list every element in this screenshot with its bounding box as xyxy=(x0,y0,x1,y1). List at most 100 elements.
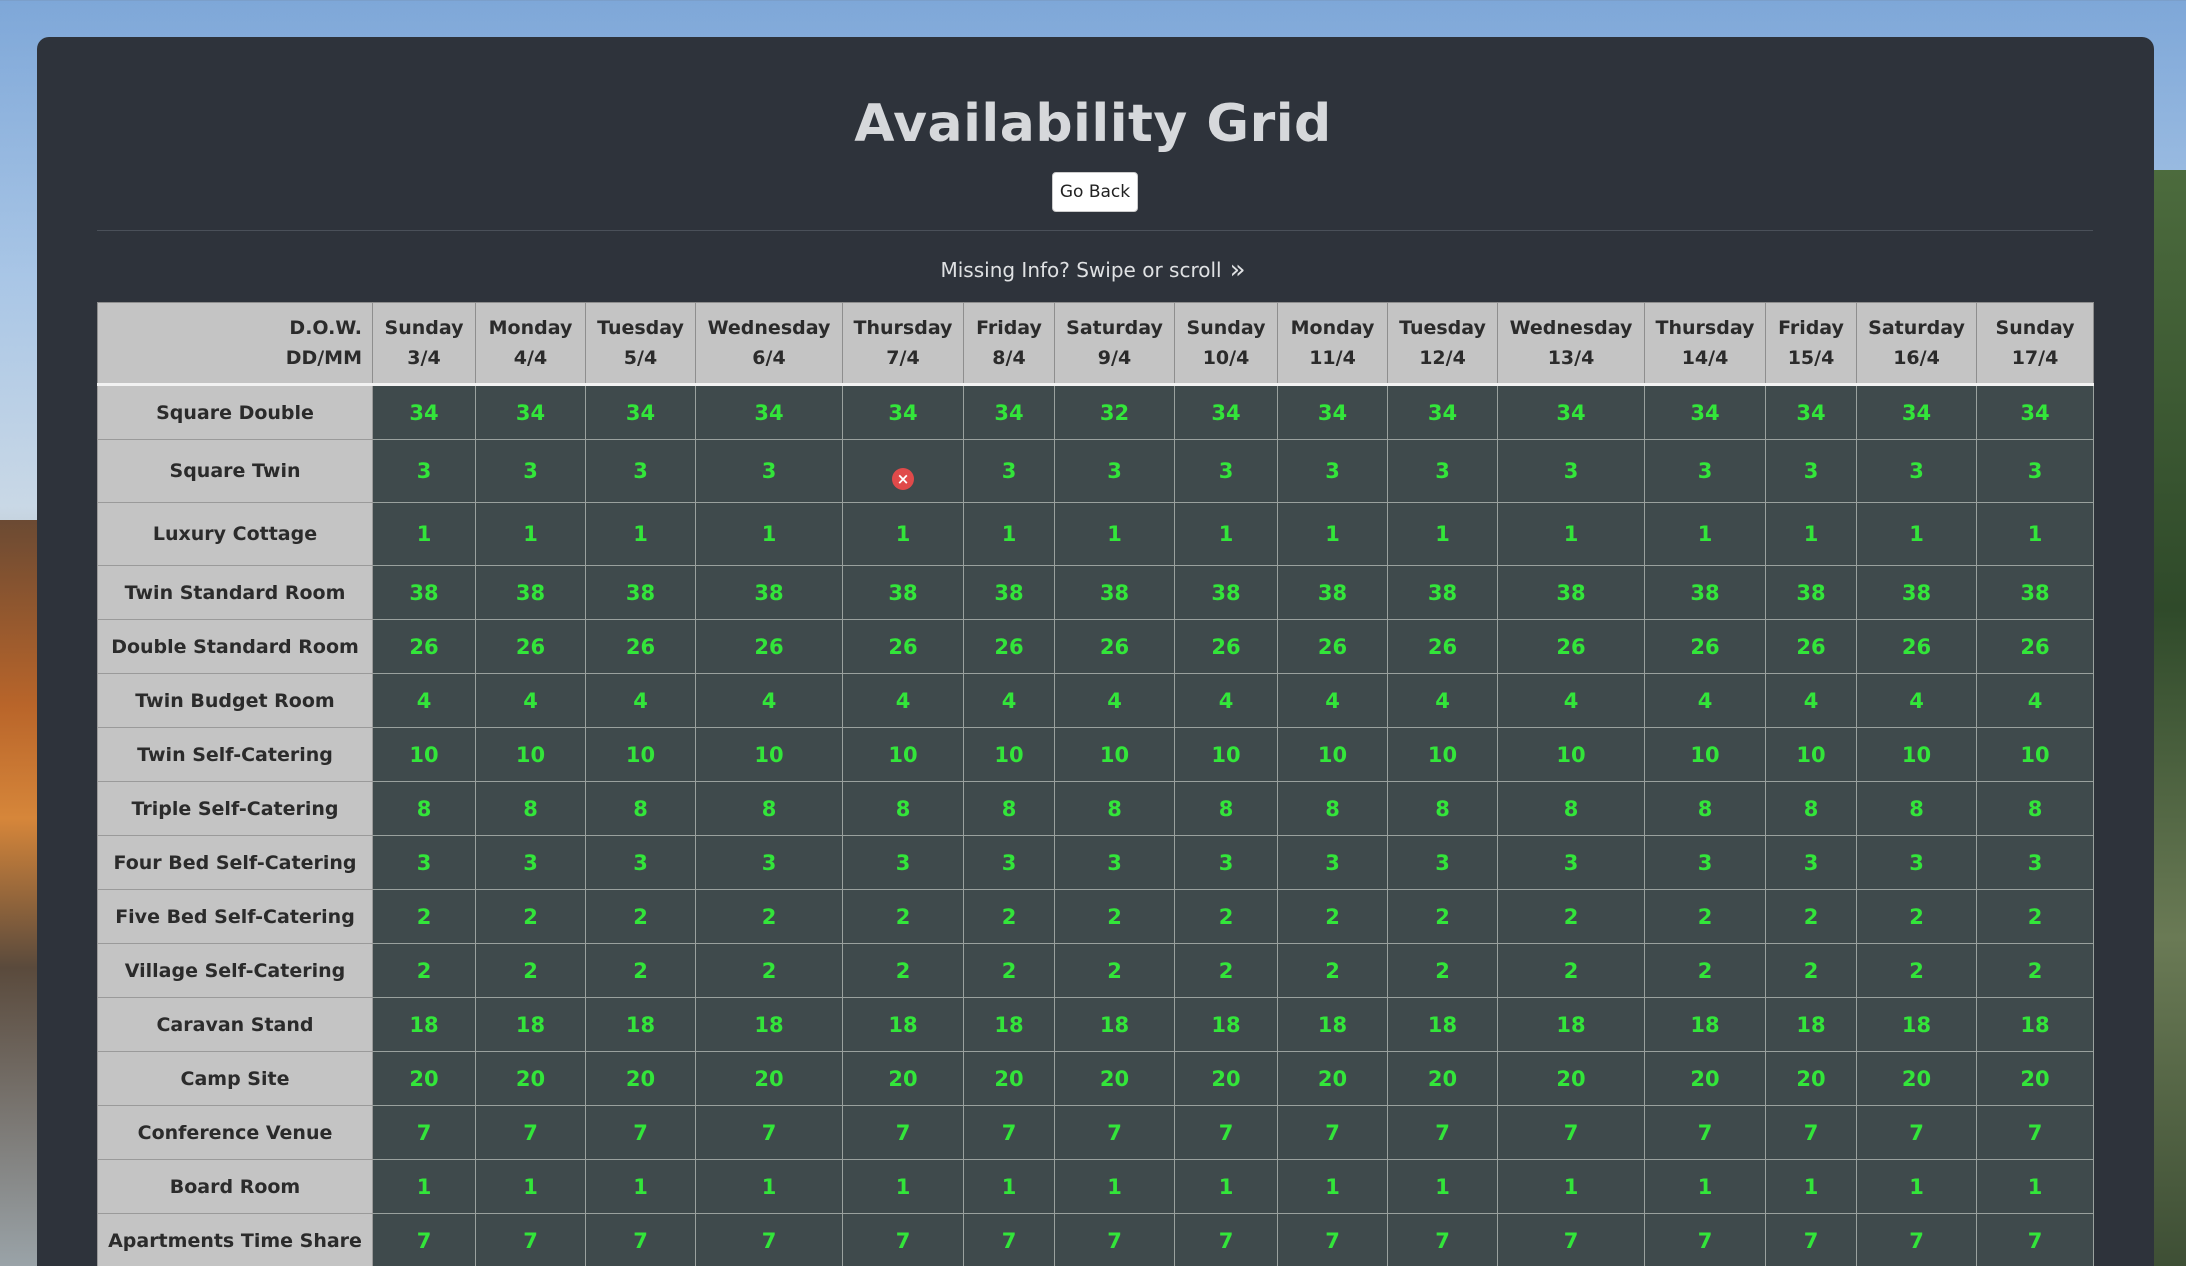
availability-grid[interactable]: D.O.W. DD/MM Sunday 3/4 Monday 4/4 Tuesday 5/… xyxy=(97,302,2094,1266)
availability-cell[interactable]: 18 xyxy=(695,997,843,1052)
availability-cell[interactable]: 4 xyxy=(1765,673,1857,728)
availability-cell[interactable]: 10 xyxy=(1856,727,1977,782)
availability-cell[interactable]: 38 xyxy=(1497,565,1645,620)
availability-cell[interactable]: 7 xyxy=(1387,1105,1498,1160)
availability-cell[interactable]: 3 xyxy=(1856,835,1977,890)
availability-cell[interactable]: 7 xyxy=(1644,1105,1766,1160)
availability-cell[interactable]: 8 xyxy=(1856,781,1977,836)
availability-cell[interactable]: 10 xyxy=(475,727,586,782)
availability-cell[interactable]: 8 xyxy=(475,781,586,836)
availability-cell[interactable]: 26 xyxy=(1277,619,1388,674)
availability-cell[interactable]: 4 xyxy=(1644,673,1766,728)
availability-cell[interactable]: 7 xyxy=(1387,1213,1498,1266)
availability-cell[interactable]: 7 xyxy=(1856,1213,1977,1266)
availability-cell[interactable]: 3 xyxy=(1054,439,1175,503)
availability-cell[interactable]: 38 xyxy=(1976,565,2094,620)
availability-cell[interactable]: 20 xyxy=(1856,1051,1977,1106)
availability-cell[interactable]: 2 xyxy=(1856,943,1977,998)
availability-cell[interactable]: 2 xyxy=(1054,889,1175,944)
availability-cell[interactable]: 10 xyxy=(1497,727,1645,782)
availability-cell[interactable]: 8 xyxy=(695,781,843,836)
availability-cell[interactable]: 2 xyxy=(1644,889,1766,944)
availability-cell[interactable]: 20 xyxy=(1054,1051,1175,1106)
availability-cell[interactable]: 3 xyxy=(1277,835,1388,890)
availability-cell[interactable]: 1 xyxy=(585,1159,696,1214)
availability-cell[interactable]: 1 xyxy=(1054,1159,1175,1214)
availability-cell[interactable]: 20 xyxy=(1277,1051,1388,1106)
availability-cell[interactable]: 7 xyxy=(1856,1105,1977,1160)
availability-cell[interactable]: 8 xyxy=(1054,781,1175,836)
availability-cell[interactable]: 2 xyxy=(1277,889,1388,944)
availability-cell[interactable]: 8 xyxy=(1277,781,1388,836)
availability-cell[interactable]: 2 xyxy=(585,943,696,998)
availability-cell[interactable]: 20 xyxy=(372,1051,476,1106)
availability-cell[interactable]: 2 xyxy=(695,943,843,998)
availability-cell[interactable]: 2 xyxy=(963,943,1055,998)
availability-cell[interactable]: 18 xyxy=(842,997,964,1052)
availability-cell[interactable]: 26 xyxy=(1174,619,1278,674)
availability-cell[interactable]: 1 xyxy=(1976,1159,2094,1214)
availability-cell[interactable]: 2 xyxy=(1644,943,1766,998)
availability-cell[interactable]: 26 xyxy=(695,619,843,674)
availability-cell[interactable]: 7 xyxy=(842,1213,964,1266)
availability-cell[interactable]: 3 xyxy=(1644,439,1766,503)
availability-cell[interactable]: 3 xyxy=(585,439,696,503)
availability-cell[interactable]: 1 xyxy=(842,502,964,566)
availability-cell[interactable]: 4 xyxy=(1976,673,2094,728)
availability-cell[interactable]: 2 xyxy=(1497,943,1645,998)
availability-cell[interactable]: 7 xyxy=(1054,1213,1175,1266)
availability-cell[interactable]: 2 xyxy=(1387,943,1498,998)
availability-cell[interactable]: 7 xyxy=(695,1213,843,1266)
availability-cell[interactable]: 34 xyxy=(1856,384,1977,440)
availability-cell[interactable]: 2 xyxy=(1387,889,1498,944)
availability-cell[interactable]: 7 xyxy=(585,1105,696,1160)
availability-cell[interactable]: 2 xyxy=(1976,943,2094,998)
availability-cell[interactable]: 18 xyxy=(1976,997,2094,1052)
availability-cell[interactable]: 1 xyxy=(1174,1159,1278,1214)
availability-cell[interactable]: 10 xyxy=(1387,727,1498,782)
availability-cell[interactable]: 1 xyxy=(1976,502,2094,566)
availability-cell[interactable]: 18 xyxy=(1856,997,1977,1052)
availability-cell[interactable]: 2 xyxy=(372,943,476,998)
availability-cell[interactable]: 7 xyxy=(1497,1213,1645,1266)
availability-cell[interactable]: 4 xyxy=(695,673,843,728)
availability-cell[interactable]: 18 xyxy=(963,997,1055,1052)
availability-cell[interactable]: 8 xyxy=(1644,781,1766,836)
availability-cell[interactable]: 3 xyxy=(1856,439,1977,503)
availability-cell[interactable]: 1 xyxy=(1765,502,1857,566)
availability-cell[interactable]: 20 xyxy=(1174,1051,1278,1106)
availability-cell[interactable]: 18 xyxy=(1054,997,1175,1052)
availability-cell[interactable]: 1 xyxy=(695,502,843,566)
availability-cell[interactable]: 32 xyxy=(1054,384,1175,440)
availability-cell[interactable]: 20 xyxy=(963,1051,1055,1106)
availability-cell[interactable]: 7 xyxy=(1976,1213,2094,1266)
availability-cell[interactable]: 7 xyxy=(1174,1213,1278,1266)
availability-cell[interactable]: 20 xyxy=(475,1051,586,1106)
availability-cell[interactable]: 10 xyxy=(1765,727,1857,782)
availability-cell[interactable]: 3 xyxy=(695,439,843,503)
availability-cell[interactable]: 2 xyxy=(475,889,586,944)
availability-cell[interactable]: 20 xyxy=(1976,1051,2094,1106)
availability-cell[interactable]: 34 xyxy=(372,384,476,440)
availability-cell[interactable]: 18 xyxy=(1387,997,1498,1052)
availability-cell[interactable]: 18 xyxy=(1497,997,1645,1052)
availability-cell[interactable]: 4 xyxy=(1497,673,1645,728)
availability-cell[interactable]: 34 xyxy=(1174,384,1278,440)
availability-cell[interactable]: 2 xyxy=(1856,889,1977,944)
availability-cell[interactable]: 26 xyxy=(1054,619,1175,674)
availability-cell[interactable]: 10 xyxy=(842,727,964,782)
availability-cell[interactable]: 3 xyxy=(1765,835,1857,890)
availability-cell[interactable]: 38 xyxy=(1765,565,1857,620)
availability-cell[interactable]: 4 xyxy=(1387,673,1498,728)
availability-cell[interactable]: 38 xyxy=(1856,565,1977,620)
availability-cell[interactable]: 10 xyxy=(1644,727,1766,782)
availability-cell[interactable]: 4 xyxy=(585,673,696,728)
availability-cell[interactable]: 3 xyxy=(372,835,476,890)
availability-cell[interactable]: 2 xyxy=(1174,943,1278,998)
availability-cell[interactable]: 4 xyxy=(1856,673,1977,728)
availability-cell[interactable]: 2 xyxy=(475,943,586,998)
availability-cell[interactable]: 34 xyxy=(1765,384,1857,440)
availability-cell[interactable]: 10 xyxy=(1174,727,1278,782)
availability-cell[interactable]: 3 xyxy=(1497,439,1645,503)
availability-cell[interactable]: 1 xyxy=(1277,1159,1388,1214)
